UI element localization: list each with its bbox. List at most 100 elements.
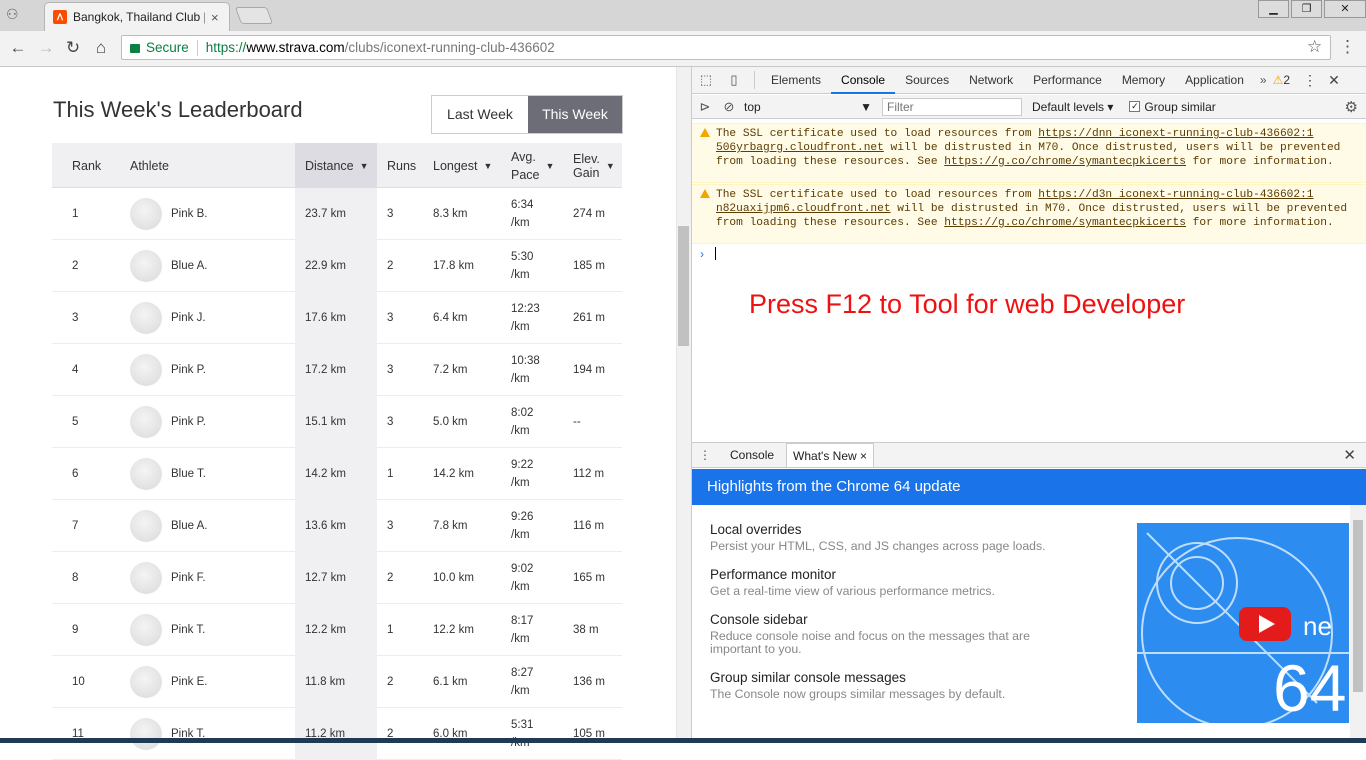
avatar[interactable] — [130, 198, 162, 230]
athlete-cell[interactable]: Blue T. — [113, 448, 295, 500]
back-icon[interactable]: ← — [8, 37, 28, 59]
console-input-caret[interactable] — [715, 247, 716, 260]
console-filter-input[interactable] — [882, 97, 1022, 116]
drawer-menu-icon[interactable]: ⋮ — [692, 448, 718, 462]
table-row[interactable]: 5 Pink P. 15.1 km 3 5.0 km 8:02 /km -- — [52, 396, 622, 448]
athlete-cell[interactable]: Blue A. — [113, 500, 295, 552]
table-row[interactable]: 1 Pink B. 23.7 km 3 8.3 km 6:34 /km 274 m — [52, 188, 622, 240]
drawer-tab-whats-new[interactable]: What's New × — [786, 443, 875, 467]
table-row[interactable]: 4 Pink P. 17.2 km 3 7.2 km 10:38 /km 194 m — [52, 344, 622, 396]
athlete-cell[interactable]: Pink T. — [113, 708, 295, 760]
table-row[interactable]: 11 Pink T. 11.2 km 2 6.0 km 5:31 /km 105 m — [52, 708, 622, 760]
athlete-cell[interactable]: Pink P. — [113, 344, 295, 396]
new-tab-button[interactable] — [234, 7, 274, 24]
table-row[interactable]: 3 Pink J. 17.6 km 3 6.4 km 12:23 /km 261 m — [52, 292, 622, 344]
warning-icon[interactable]: ⚠ — [1273, 73, 1284, 87]
profile-icon[interactable]: ⚇ — [6, 6, 19, 23]
athlete-name[interactable]: Blue A. — [171, 260, 207, 272]
restore-button[interactable]: ❐ — [1291, 0, 1322, 18]
table-row[interactable]: 7 Blue A. 13.6 km 3 7.8 km 9:26 /km 116 m — [52, 500, 622, 552]
this-week-button[interactable]: This Week — [528, 96, 622, 133]
col-longest[interactable]: Longest ▼ — [423, 143, 501, 188]
tab-memory[interactable]: Memory — [1112, 67, 1175, 94]
tab-network[interactable]: Network — [959, 67, 1023, 94]
warning-count[interactable]: 2 — [1283, 73, 1298, 87]
avatar[interactable] — [130, 406, 162, 438]
athlete-name[interactable]: Pink J. — [171, 312, 206, 324]
tab-console[interactable]: Console — [831, 67, 896, 94]
browser-tab[interactable]: ᐱ Bangkok, Thailand Club | × — [44, 2, 230, 31]
warning-link[interactable]: https://g.co/chrome/symantecpkicerts — [944, 156, 1186, 168]
device-toolbar-icon[interactable]: ▯ — [720, 67, 748, 94]
athlete-cell[interactable]: Blue A. — [113, 240, 295, 292]
page-scrollbar-thumb[interactable] — [678, 226, 689, 346]
reload-icon[interactable]: ↻ — [63, 37, 83, 59]
avatar[interactable] — [130, 302, 162, 334]
browser-menu-icon[interactable]: ⋮ — [1339, 37, 1356, 57]
athlete-name[interactable]: Blue A. — [171, 520, 207, 532]
table-row[interactable]: 8 Pink F. 12.7 km 2 10.0 km 9:02 /km 165 m — [52, 552, 622, 604]
athlete-name[interactable]: Blue T. — [171, 468, 206, 480]
whats-new-item[interactable]: Local overrides Persist your HTML, CSS, … — [710, 522, 1110, 553]
context-select[interactable]: top ▼ — [740, 98, 876, 116]
devtools-menu-icon[interactable]: ⋮ — [1298, 72, 1322, 89]
close-window-button[interactable]: ✕ — [1324, 0, 1366, 18]
whats-new-item[interactable]: Performance monitor Get a real-time view… — [710, 567, 1110, 598]
drawer-tab-console[interactable]: Console — [724, 443, 780, 467]
athlete-cell[interactable]: Pink P. — [113, 396, 295, 448]
tab-application[interactable]: Application — [1175, 67, 1254, 94]
athlete-name[interactable]: Pink T. — [171, 624, 205, 636]
avatar[interactable] — [130, 718, 162, 750]
tab-close-icon[interactable]: × — [211, 10, 219, 25]
tab-sources[interactable]: Sources — [895, 67, 959, 94]
avatar[interactable] — [130, 614, 162, 646]
athlete-cell[interactable]: Pink J. — [113, 292, 295, 344]
avatar[interactable] — [130, 666, 162, 698]
tab-elements[interactable]: Elements — [761, 67, 831, 94]
avatar[interactable] — [130, 250, 162, 282]
more-tabs-button[interactable]: » — [1254, 73, 1273, 87]
chrome-64-video-thumbnail[interactable]: ne 64 — [1137, 523, 1349, 723]
whats-new-item[interactable]: Group similar console messages The Conso… — [710, 670, 1110, 701]
address-bar[interactable]: Secure https:// www.strava.com /clubs/ic… — [121, 35, 1331, 60]
bookmark-star-icon[interactable]: ☆ — [1307, 37, 1322, 57]
drawer-close-icon[interactable]: ✕ — [1343, 446, 1356, 464]
sidebar-toggle-icon[interactable]: ⊳ — [692, 93, 718, 120]
clear-console-icon[interactable]: ⊘ — [718, 93, 740, 120]
athlete-name[interactable]: Pink B. — [171, 208, 207, 220]
table-row[interactable]: 10 Pink E. 11.8 km 2 6.1 km 8:27 /km 136 m — [52, 656, 622, 708]
table-row[interactable]: 2 Blue A. 22.9 km 2 17.8 km 5:30 /km 185 m — [52, 240, 622, 292]
table-row[interactable]: 6 Blue T. 14.2 km 1 14.2 km 9:22 /km 112 m — [52, 448, 622, 500]
console-settings-icon[interactable]: ⚙ — [1345, 98, 1358, 116]
whats-new-item[interactable]: Console sidebar Reduce console noise and… — [710, 612, 1055, 656]
last-week-button[interactable]: Last Week — [432, 96, 528, 133]
home-icon[interactable]: ⌂ — [91, 37, 111, 59]
athlete-cell[interactable]: Pink T. — [113, 604, 295, 656]
col-pace[interactable]: Avg. Pace ▼ — [501, 143, 563, 188]
warning-link[interactable]: https://g.co/chrome/symantecpkicerts — [944, 217, 1186, 229]
drawer-tab-close-icon[interactable]: × — [860, 449, 867, 463]
forward-icon[interactable]: → — [36, 37, 56, 59]
table-row[interactable]: 9 Pink T. 12.2 km 1 12.2 km 8:17 /km 38 m — [52, 604, 622, 656]
devtools-close-icon[interactable]: ✕ — [1322, 72, 1346, 89]
tab-performance[interactable]: Performance — [1023, 67, 1112, 94]
col-distance[interactable]: Distance ▼ — [295, 143, 377, 188]
drawer-scrollbar-thumb[interactable] — [1353, 520, 1363, 692]
avatar[interactable] — [130, 562, 162, 594]
athlete-cell[interactable]: Pink B. — [113, 188, 295, 240]
minimize-button[interactable]: ▁ — [1258, 0, 1289, 18]
athlete-name[interactable]: Pink P. — [171, 364, 206, 376]
athlete-cell[interactable]: Pink F. — [113, 552, 295, 604]
athlete-name[interactable]: Pink F. — [171, 572, 206, 584]
inspect-element-icon[interactable]: ⬚ — [692, 67, 720, 94]
col-elev[interactable]: Elev. Gain ▼ — [563, 143, 622, 188]
avatar[interactable] — [130, 458, 162, 490]
athlete-name[interactable]: Pink E. — [171, 676, 207, 688]
athlete-name[interactable]: Pink P. — [171, 416, 206, 428]
avatar[interactable] — [130, 510, 162, 542]
athlete-cell[interactable]: Pink E. — [113, 656, 295, 708]
group-similar-checkbox[interactable]: ✓ — [1129, 101, 1141, 112]
avatar[interactable] — [130, 354, 162, 386]
log-levels-select[interactable]: Default levels ▾ — [1032, 100, 1113, 114]
page-scrollbar[interactable] — [676, 67, 691, 738]
